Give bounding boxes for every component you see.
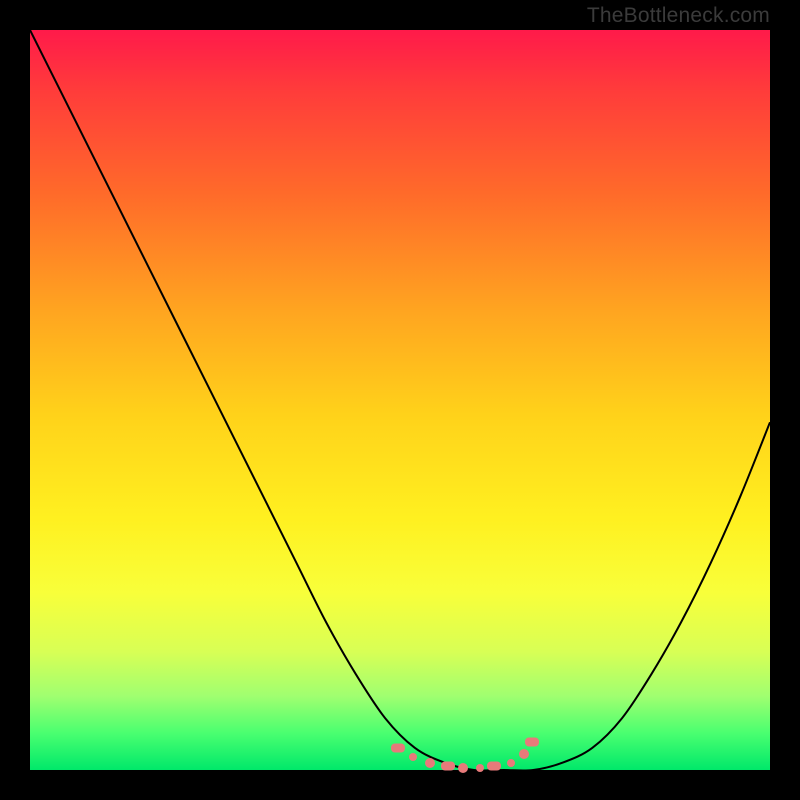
data-marker <box>487 762 501 771</box>
data-marker <box>525 737 539 746</box>
watermark-text: TheBottleneck.com <box>587 4 770 28</box>
data-marker <box>391 743 405 752</box>
data-marker <box>476 764 484 772</box>
data-marker <box>425 758 435 768</box>
data-marker <box>441 762 455 771</box>
data-marker <box>458 763 468 773</box>
data-marker <box>409 753 417 761</box>
data-markers-group <box>30 30 770 770</box>
data-marker <box>507 759 515 767</box>
chart-plot-area <box>30 30 770 770</box>
data-marker <box>519 749 529 759</box>
